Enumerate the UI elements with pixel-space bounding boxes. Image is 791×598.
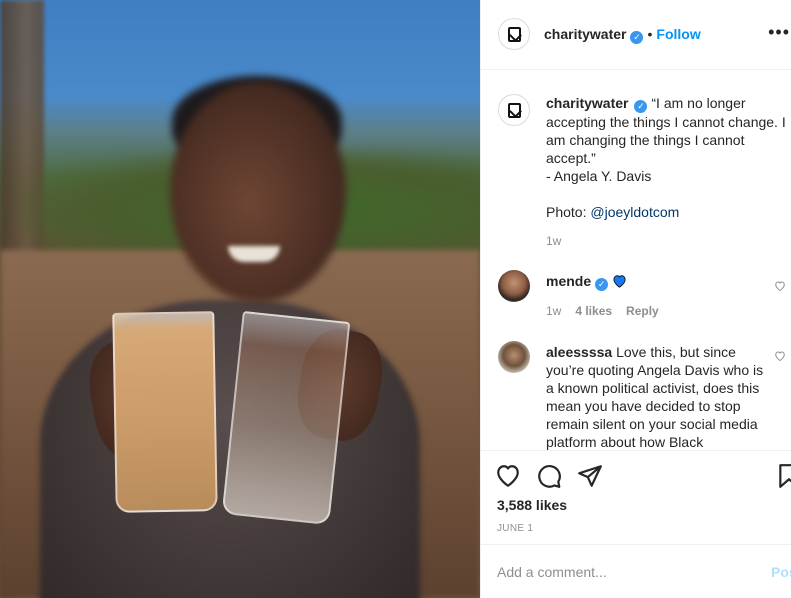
like-count[interactable]: 3,588 likes	[497, 497, 567, 513]
post-date[interactable]: JUNE 1	[497, 523, 533, 534]
add-comment-bar: Post	[481, 545, 791, 598]
comment-time[interactable]: 1w	[546, 304, 561, 318]
blue-heart-icon	[613, 275, 626, 288]
heart-icon[interactable]	[495, 463, 521, 489]
avatar-aleessssa[interactable]	[498, 341, 530, 373]
verified-badge-icon: ✓	[634, 100, 648, 113]
caption-photo-prefix: Photo:	[546, 204, 591, 220]
verified-badge-icon: ✓	[595, 278, 609, 291]
post-actions: 3,588 likes JUNE 1	[481, 450, 791, 545]
jerrycan-logo-icon	[507, 102, 521, 118]
photo-dirty-water-glass	[112, 311, 218, 513]
bookmark-icon[interactable]	[776, 463, 791, 489]
caption-time[interactable]: 1w	[546, 234, 561, 248]
comment-icon[interactable]	[536, 463, 562, 489]
comment-username[interactable]: mende	[546, 273, 591, 289]
comment-meta: 1w 4 likes Reply	[546, 304, 659, 318]
comment-like-heart-icon[interactable]	[774, 280, 786, 292]
caption-meta: 1w	[546, 234, 561, 248]
photo-credit-link[interactable]: @joeyldotcom	[590, 204, 679, 220]
comment-like-heart-icon[interactable]	[774, 350, 786, 362]
post-comment-button[interactable]: Post	[771, 564, 791, 580]
post-header: charitywater ✓ • Follow •••	[481, 0, 791, 70]
header-username[interactable]: charitywater	[544, 26, 626, 42]
header-account-row: charitywater ✓ • Follow	[544, 26, 701, 44]
comment-username[interactable]: aleessssa	[546, 344, 612, 360]
separator-dot: •	[647, 26, 653, 42]
caption-username[interactable]: charitywater	[546, 95, 628, 111]
verified-badge-icon: ✓	[630, 31, 644, 44]
avatar-mende[interactable]	[498, 270, 530, 302]
post-side-panel: charitywater ✓ • Follow ••• charitywater ✓ “…	[480, 0, 791, 598]
comments-list[interactable]: charitywater ✓ “I am no longer accepting …	[481, 70, 791, 450]
reply-button[interactable]: Reply	[626, 304, 659, 318]
jerrycan-logo-icon	[507, 26, 521, 42]
comment-input[interactable]	[497, 561, 737, 583]
comment-likes[interactable]: 4 likes	[575, 304, 612, 318]
caption-attribution: - Angela Y. Davis	[546, 168, 652, 184]
photo-child-smile	[228, 246, 280, 262]
caption-avatar[interactable]	[498, 94, 530, 126]
comment-mende: mende ✓	[546, 273, 627, 291]
comment-aleessssa: aleessssa Love this, but since you’re qu…	[546, 343, 766, 450]
account-avatar[interactable]	[498, 18, 530, 50]
more-options-icon[interactable]: •••	[768, 22, 790, 43]
follow-button[interactable]: Follow	[656, 26, 700, 42]
caption: charitywater ✓ “I am no longer accepting …	[546, 94, 786, 221]
photo-clean-water-glass	[221, 310, 351, 526]
post-photo[interactable]	[0, 0, 480, 598]
photo-child-face	[170, 82, 346, 302]
share-icon[interactable]	[577, 463, 603, 489]
